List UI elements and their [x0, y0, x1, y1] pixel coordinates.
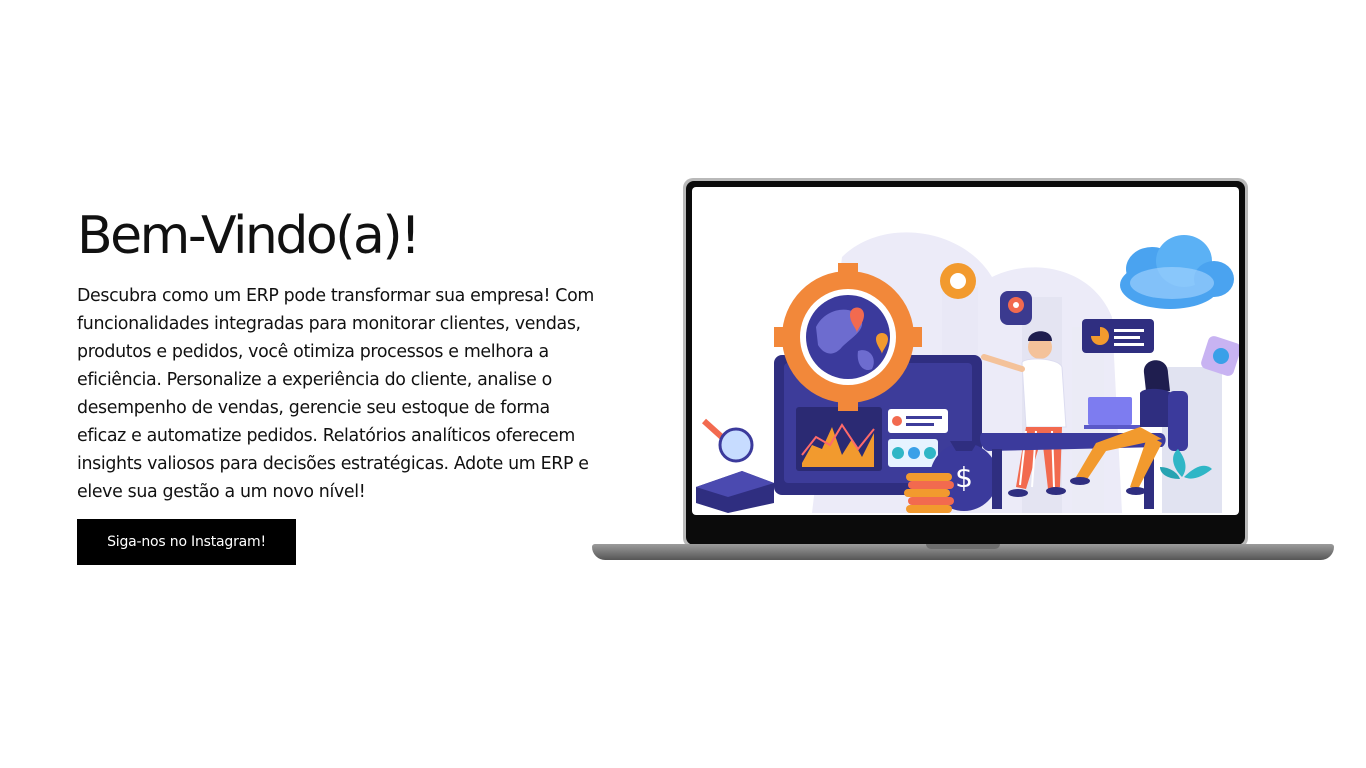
hero-title: Bem-Vindo(a)!: [77, 206, 421, 266]
svg-text:$: $: [955, 461, 973, 494]
pie-chart-icon: [1082, 319, 1154, 353]
small-gear-icon: [940, 263, 976, 299]
cloud-icon: [1120, 235, 1234, 309]
laptop-lid: $: [683, 178, 1248, 548]
laptop-illustration: $: [592, 178, 1334, 566]
hero-description: Descubra como um ERP pode transformar su…: [77, 286, 594, 502]
map-pin-icon: [1000, 291, 1032, 325]
laptop-bezel: $: [686, 181, 1245, 545]
laptop-notch: [926, 544, 1000, 549]
laptop-screen: $: [692, 187, 1239, 515]
erp-illustration: $: [696, 232, 1239, 513]
page: Bem-Vindo(a)! Descubra como um ERP pode …: [0, 0, 1366, 768]
magnifier-icon: [701, 418, 754, 463]
coins-icon: [904, 473, 954, 513]
instagram-button[interactable]: Siga-nos no Instagram!: [77, 519, 296, 565]
hero-section: Bem-Vindo(a)! Descubra como um ERP pode …: [77, 200, 597, 506]
box-icon: [696, 471, 774, 513]
